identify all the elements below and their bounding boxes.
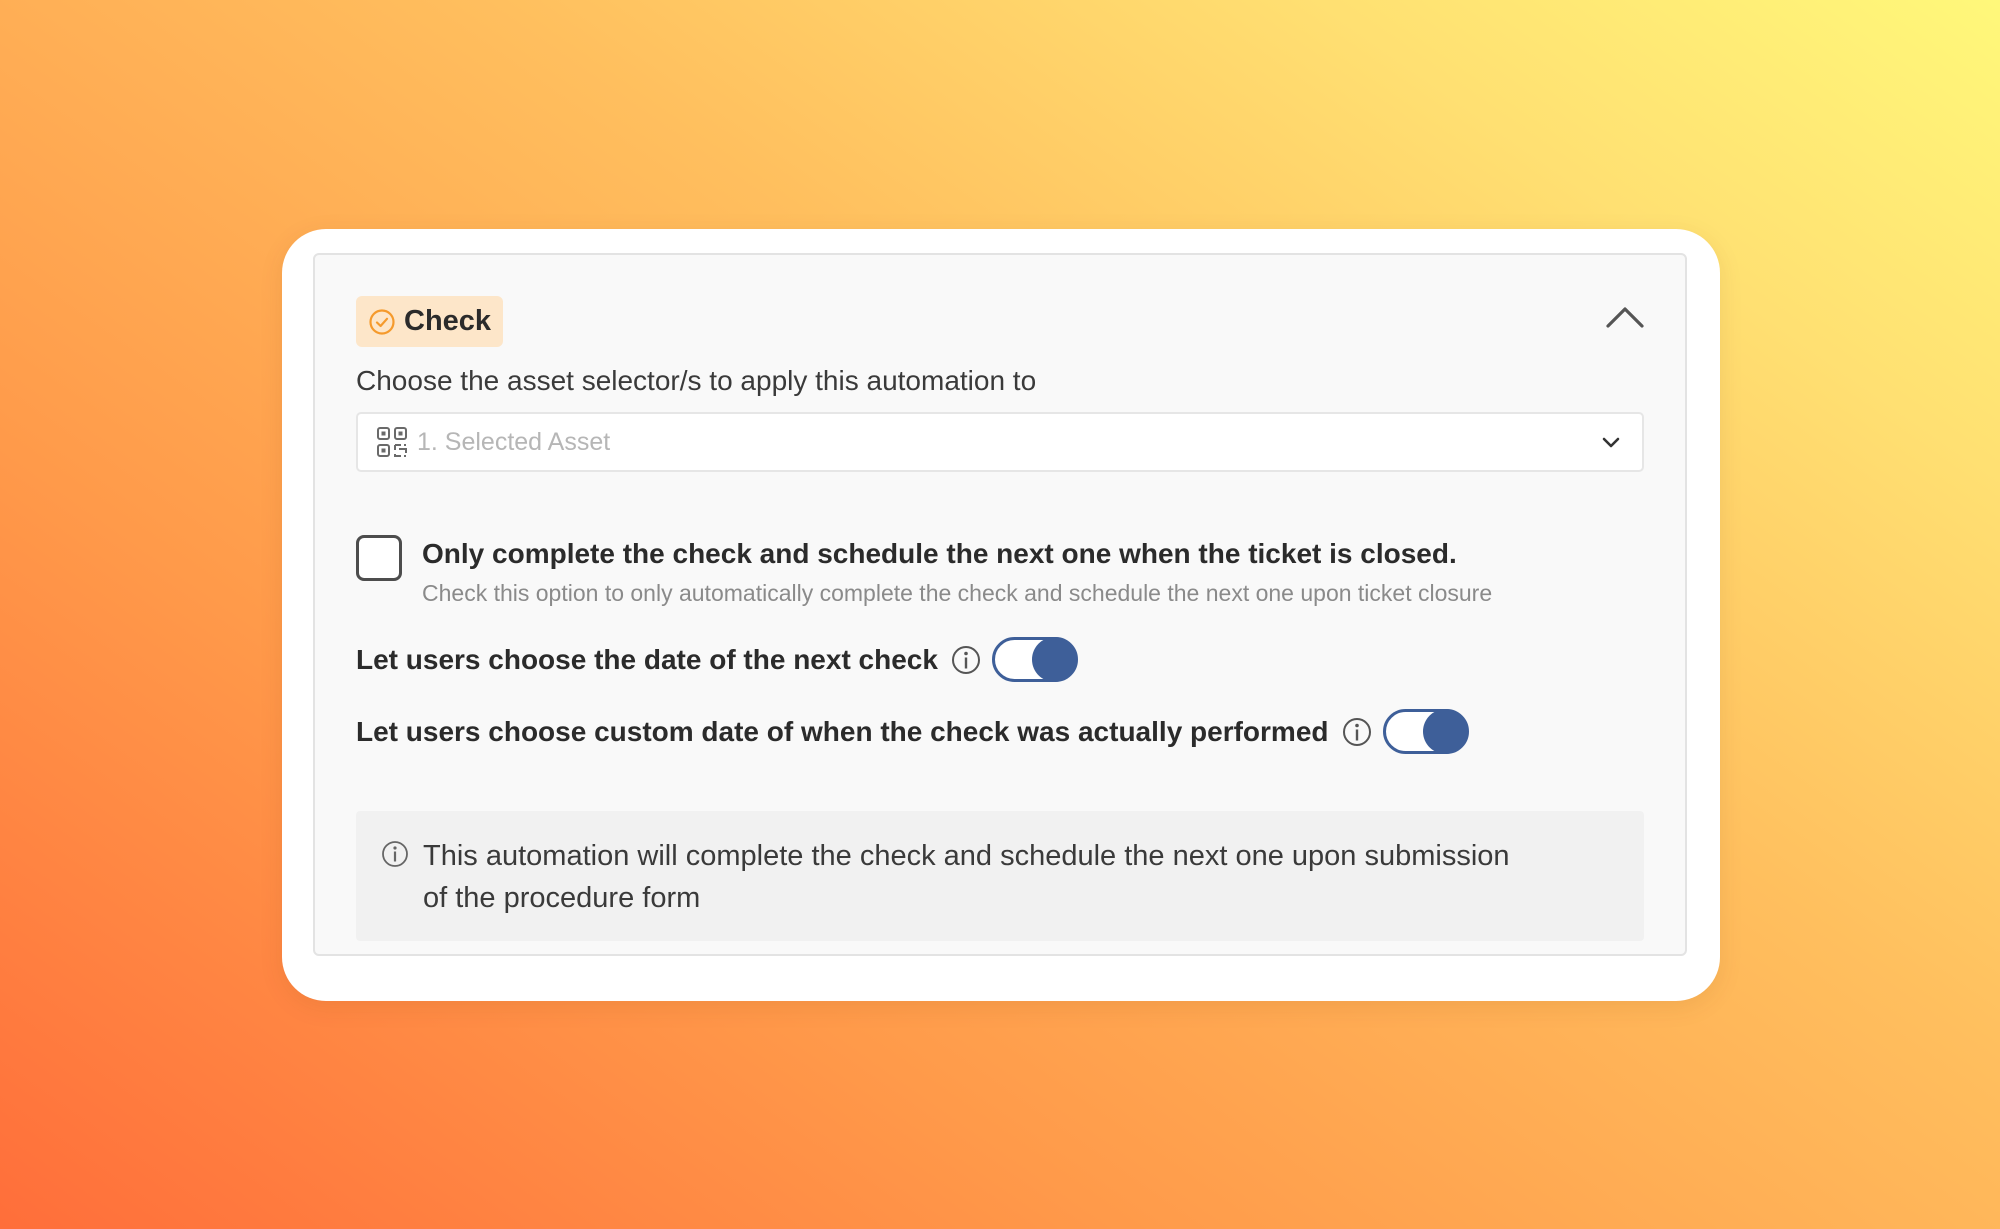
custom-performed-date-toggle[interactable] xyxy=(1382,709,1469,754)
next-check-date-row: Let users choose the date of the next ch… xyxy=(356,637,1078,682)
info-icon xyxy=(380,839,410,869)
ticket-closure-title: Only complete the check and schedule the… xyxy=(422,538,1457,569)
check-badge-label: Check xyxy=(404,305,492,337)
custom-performed-date-row: Let users choose custom date of when the… xyxy=(356,709,1469,754)
collapse-button[interactable] xyxy=(1603,299,1647,335)
automation-card: Check Choose the asset selector/s to app… xyxy=(282,229,1720,1001)
next-check-date-label: Let users choose the date of the next ch… xyxy=(356,643,938,675)
ticket-closure-description: Check this option to only automatically … xyxy=(422,580,1493,606)
info-notice-text: This automation will complete the check … xyxy=(423,840,1510,914)
asset-selector-placeholder: 1. Selected Asset xyxy=(417,427,611,456)
toggle-knob xyxy=(1031,637,1077,682)
check-badge: Check xyxy=(356,296,504,347)
info-icon[interactable] xyxy=(1341,716,1373,748)
custom-performed-date-label: Let users choose custom date of when the… xyxy=(356,715,1329,747)
next-check-date-toggle[interactable] xyxy=(991,637,1078,682)
info-notice: This automation will complete the check … xyxy=(356,811,1644,941)
info-icon[interactable] xyxy=(950,644,982,676)
check-circle-icon xyxy=(368,308,396,336)
check-automation-panel: Check Choose the asset selector/s to app… xyxy=(313,253,1687,956)
asset-selector-label: Choose the asset selector/s to apply thi… xyxy=(356,365,1037,396)
chevron-up-icon xyxy=(1605,305,1645,329)
qr-code-icon xyxy=(376,426,408,458)
toggle-knob xyxy=(1422,709,1468,754)
ticket-closure-checkbox[interactable] xyxy=(356,535,402,581)
asset-selector-dropdown[interactable]: 1. Selected Asset xyxy=(356,412,1644,472)
chevron-down-icon xyxy=(1598,429,1624,455)
